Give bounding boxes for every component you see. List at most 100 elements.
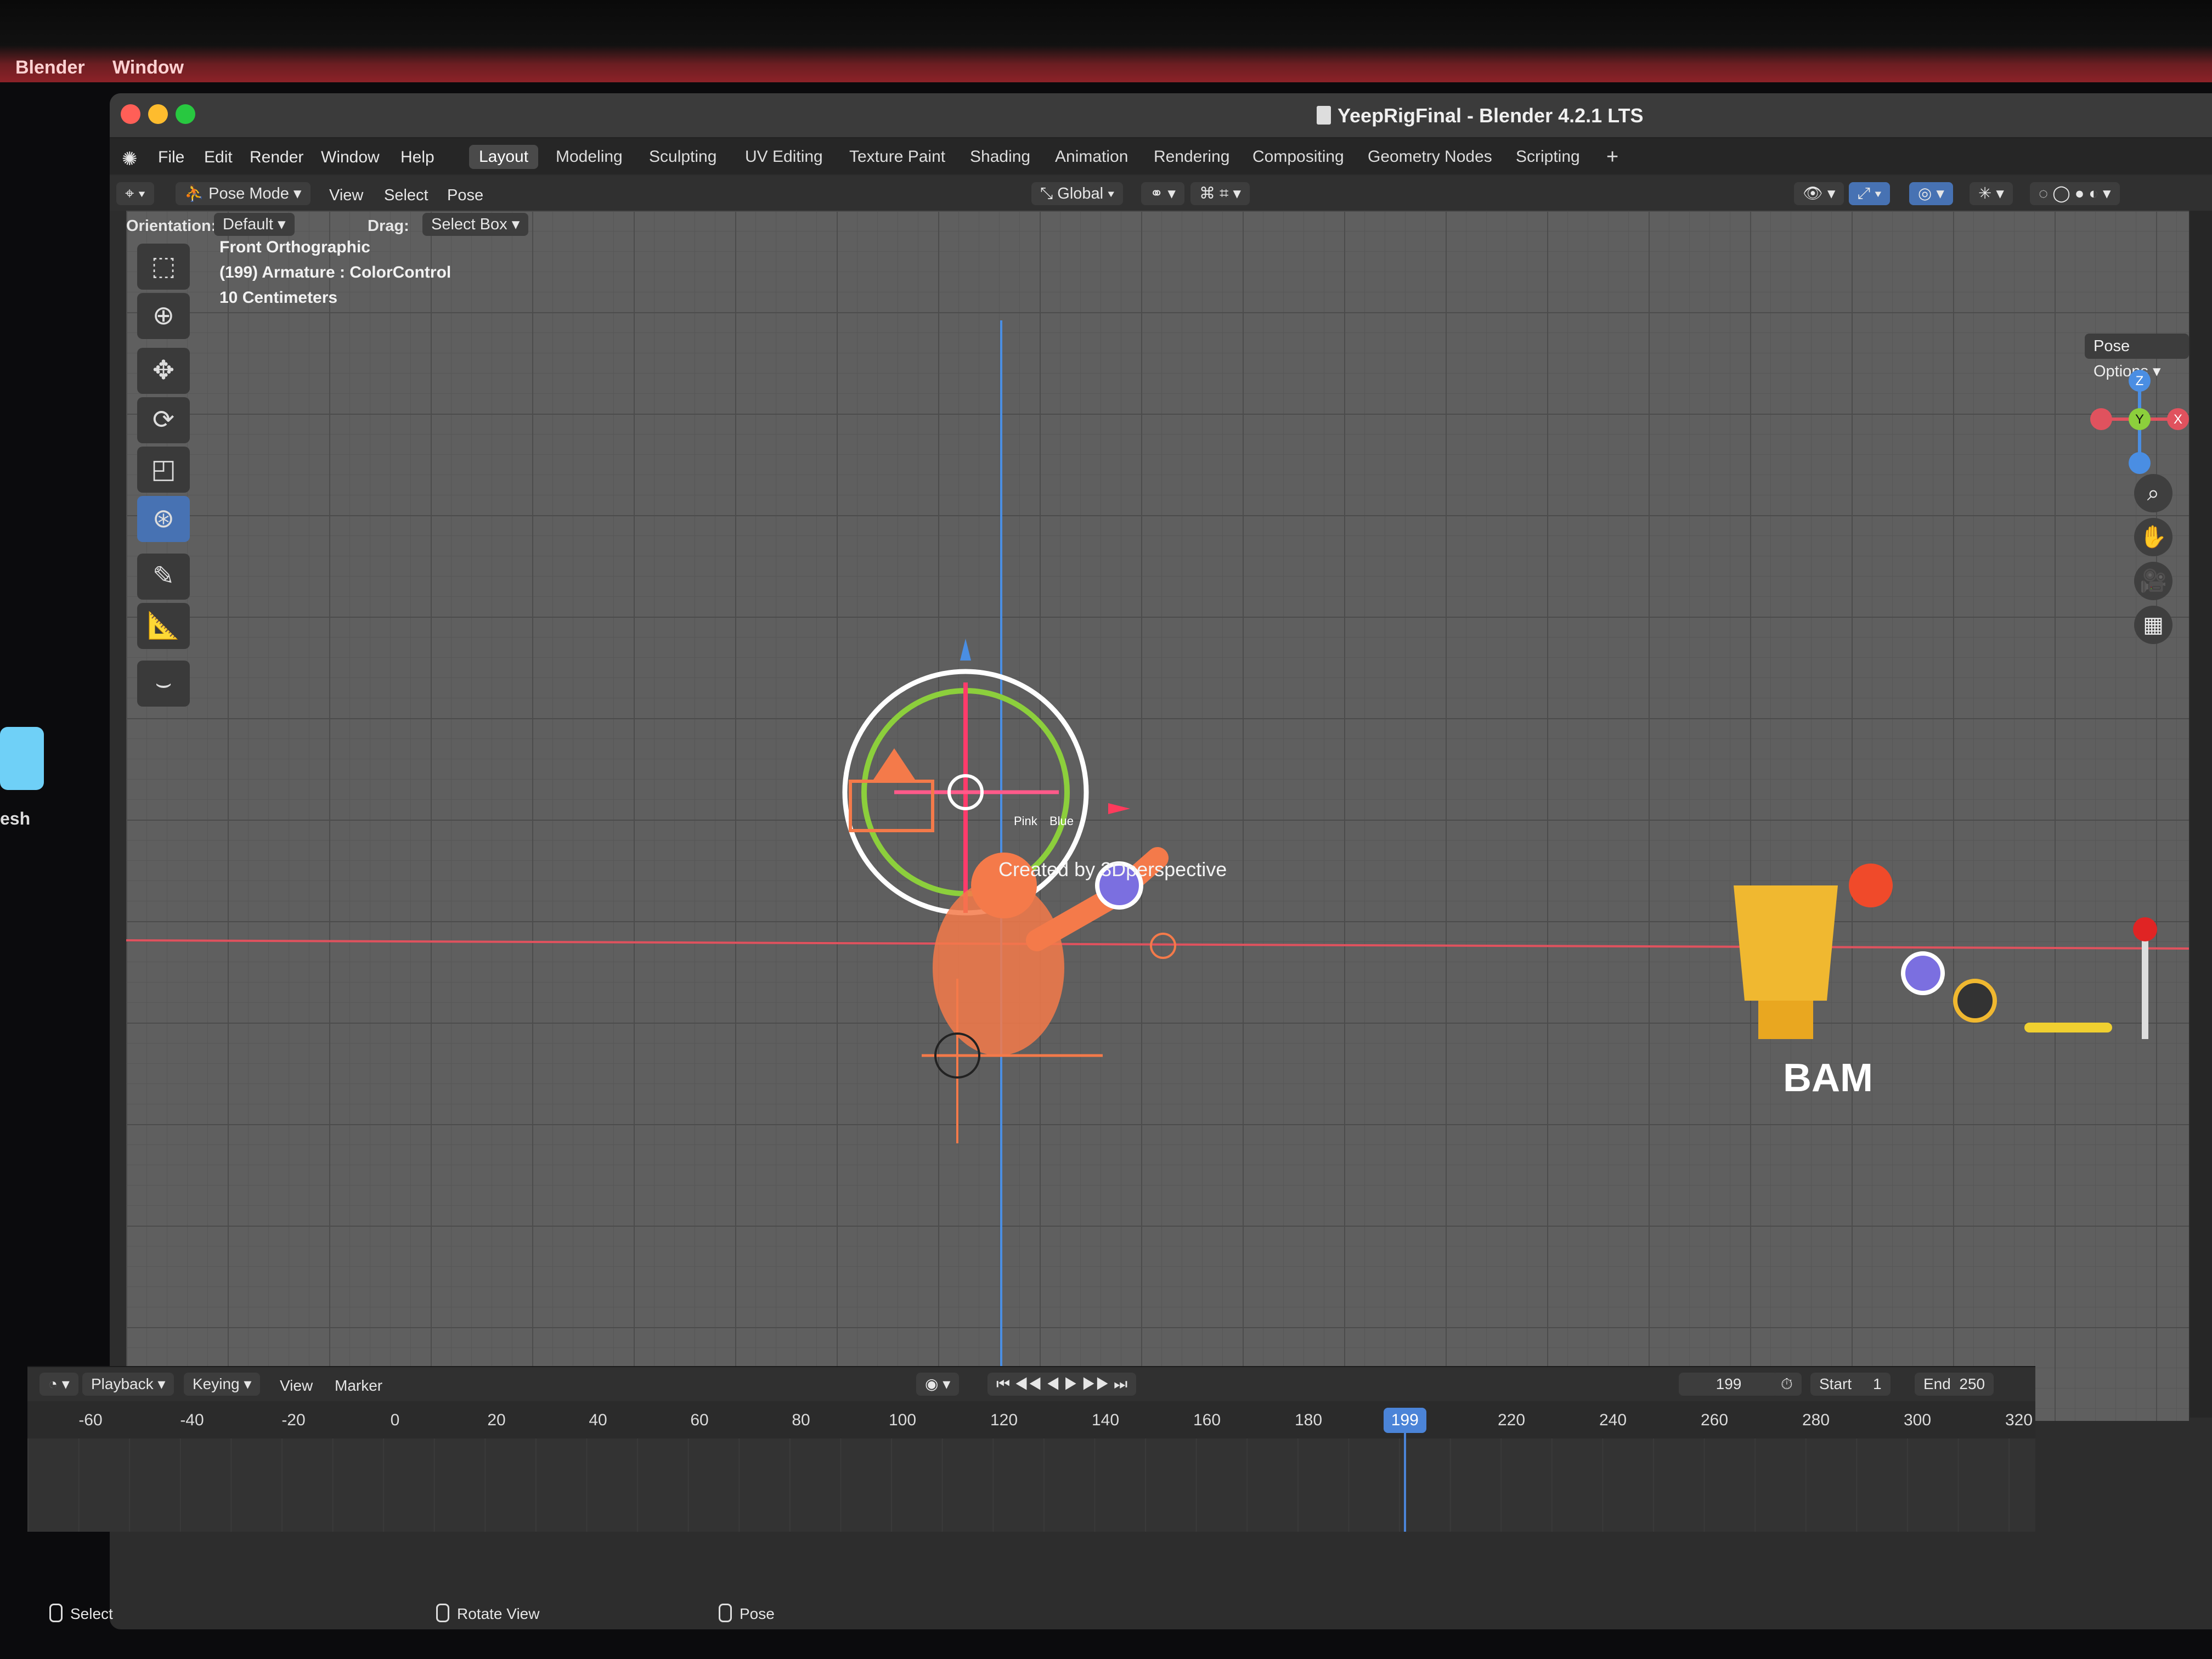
tab-geometry-nodes[interactable]: Geometry Nodes <box>1358 145 1502 169</box>
tab-modeling[interactable]: Modeling <box>546 145 633 169</box>
perspective-grid-icon[interactable]: ▦ <box>2134 606 2172 644</box>
frame-tick-160: 160 <box>1193 1411 1221 1429</box>
document-icon <box>1317 106 1331 125</box>
menu-window[interactable]: Window <box>321 148 380 167</box>
shading-modes[interactable]: ◌ ◯ ● ◐ ▾ <box>2030 182 2120 205</box>
tab-uv-editing[interactable]: UV Editing <box>735 145 833 169</box>
editor-type-dropdown[interactable]: ⌖ ▾ <box>116 182 154 205</box>
zoom-icon[interactable]: ⌕ <box>2134 474 2172 512</box>
status-bar: Select Rotate View Pose <box>27 1599 2035 1627</box>
frame-tick-260: 260 <box>1700 1411 1729 1429</box>
window-title: YeepRigFinal - Blender 4.2.1 LTS <box>1317 104 1643 127</box>
current-frame-field[interactable]: 199 <box>1679 1373 1779 1396</box>
tab-texture-paint[interactable]: Texture Paint <box>839 145 955 169</box>
donut-prop[interactable] <box>1953 979 1997 1023</box>
system-menu-window[interactable]: Window <box>112 57 184 78</box>
start-frame-value: 1 <box>1873 1375 1882 1392</box>
pose-menu[interactable]: Pose <box>447 187 483 205</box>
up-arrow-gizmo <box>960 639 971 661</box>
playhead-frame-badge[interactable]: 199 <box>1383 1408 1426 1433</box>
frame-tick-220: 220 <box>1497 1411 1526 1429</box>
start-frame-field[interactable]: Start 1 <box>1810 1373 1891 1396</box>
pose-mode-icon: ⛹ <box>184 185 209 202</box>
menu-file[interactable]: File <box>158 148 184 167</box>
tab-sculpting[interactable]: Sculpting <box>639 145 726 169</box>
orientation-icon: ⤡ <box>1040 185 1058 202</box>
keying-label: Keying <box>193 1375 240 1392</box>
tab-shading[interactable]: Shading <box>960 145 1040 169</box>
minimize-window-button[interactable] <box>148 104 168 124</box>
bam-trophy[interactable] <box>1734 885 1838 1001</box>
record-toggle[interactable]: ◉ ▾ <box>916 1373 960 1396</box>
frame-tick--60: -60 <box>78 1411 103 1429</box>
pink-label: Pink <box>1014 814 1038 828</box>
keying-dropdown[interactable]: Keying ▾ <box>184 1373 261 1396</box>
tab-animation[interactable]: Animation <box>1045 145 1138 169</box>
frame-tick-80: 80 <box>792 1411 810 1429</box>
status-rotate-view: Rotate View <box>436 1604 539 1623</box>
timeline-editor-type-icon[interactable]: ◔ ▾ <box>40 1373 78 1396</box>
pan-hand-icon[interactable]: ✋ <box>2134 518 2172 556</box>
view-menu[interactable]: View <box>329 187 363 205</box>
playhead-line[interactable] <box>1403 1433 1406 1532</box>
desktop-folder-icon[interactable] <box>0 727 44 790</box>
tab-rendering[interactable]: Rendering <box>1144 145 1239 169</box>
gizmo-toggle[interactable]: ⤢ ▾ <box>1849 182 1891 205</box>
blender-logo-icon[interactable]: ✺ <box>122 148 138 170</box>
xray-toggle[interactable]: ✳ ▾ <box>1970 182 2013 205</box>
marker-menu[interactable]: Marker <box>335 1377 382 1395</box>
add-workspace-icon[interactable]: + <box>1596 145 1628 169</box>
status-pose: Pose <box>719 1604 775 1623</box>
frame-tick-300: 300 <box>1903 1411 1932 1429</box>
zoom-window-button[interactable] <box>176 104 195 124</box>
playback-dropdown[interactable]: Playback ▾ <box>82 1373 174 1396</box>
status-select: Select <box>49 1604 113 1623</box>
transform-orientation-dropdown[interactable]: ⤡ Global ▾ <box>1031 182 1124 205</box>
nav-x-label: X <box>2174 412 2182 427</box>
snap-toggle[interactable]: ⌘ ⌗ ▾ <box>1190 182 1250 205</box>
tab-scripting[interactable]: Scripting <box>1506 145 1590 169</box>
frame-tick-60: 60 <box>690 1411 709 1429</box>
pivot-point-dropdown[interactable]: ⚭ ▾ <box>1141 182 1184 205</box>
mode-label: Pose Mode <box>208 185 289 202</box>
trophy-fire <box>1849 864 1893 907</box>
timeline-editor[interactable]: ◔ ▾ Playback ▾ Keying ▾ View Marker ◉ ▾ … <box>27 1366 2035 1532</box>
close-window-button[interactable] <box>121 104 140 124</box>
timeline-track[interactable] <box>27 1438 2035 1532</box>
3d-viewport[interactable]: Orientation: Default ▾ Drag: Select Box … <box>126 211 2189 1421</box>
tab-layout[interactable]: Layout <box>469 145 539 169</box>
tab-compositing[interactable]: Compositing <box>1243 145 1354 169</box>
menu-render[interactable]: Render <box>250 148 303 167</box>
end-frame-label: End <box>1923 1375 1951 1392</box>
end-frame-field[interactable]: End 250 <box>1915 1373 1994 1396</box>
select-menu[interactable]: Select <box>384 187 428 205</box>
lollipop-small[interactable] <box>1901 951 1945 995</box>
frame-tick-120: 120 <box>990 1411 1018 1429</box>
mode-dropdown[interactable]: ⛹ Pose Mode ▾ <box>176 182 311 205</box>
visibility-dropdown[interactable]: 👁 ▾ <box>1794 182 1844 205</box>
trophy-base <box>1758 1001 1813 1039</box>
right-mouse-icon <box>719 1604 732 1622</box>
preview-range-toggle[interactable]: ⏱ <box>1772 1373 1802 1396</box>
timeline-header: ◔ ▾ Playback ▾ Keying ▾ View Marker ◉ ▾ … <box>27 1367 2035 1401</box>
frame-ruler[interactable]: -60-40-200204060801001201401601802002202… <box>27 1406 2035 1436</box>
frame-tick-280: 280 <box>1802 1411 1830 1429</box>
cone-control[interactable] <box>872 748 916 781</box>
overlays-toggle[interactable]: ◎ ▾ <box>1909 182 1953 205</box>
nav-neg-z-ball[interactable] <box>2129 452 2151 474</box>
desktop-icon-label: esh <box>0 809 31 828</box>
menu-edit[interactable]: Edit <box>204 148 233 167</box>
blue-label: Blue <box>1049 814 1074 828</box>
frame-tick-40: 40 <box>589 1411 607 1429</box>
hand-target-circle[interactable] <box>1150 933 1176 959</box>
frame-tick-20: 20 <box>487 1411 506 1429</box>
timeline-view-menu[interactable]: View <box>280 1377 313 1395</box>
flat-bar-prop[interactable] <box>2024 1023 2112 1032</box>
playback-controls[interactable]: ⏮ ◀◀ ◀ ▶ ▶▶ ⏭ <box>988 1373 1137 1396</box>
system-menu-app[interactable]: Blender <box>15 57 85 78</box>
menu-help[interactable]: Help <box>400 148 435 167</box>
nav-neg-x-ball[interactable] <box>2090 408 2112 430</box>
system-menu-bar: Blender Window <box>0 0 2212 82</box>
properties-tab-strip <box>2190 211 2212 1418</box>
camera-view-icon[interactable]: 🎥 <box>2134 562 2172 600</box>
